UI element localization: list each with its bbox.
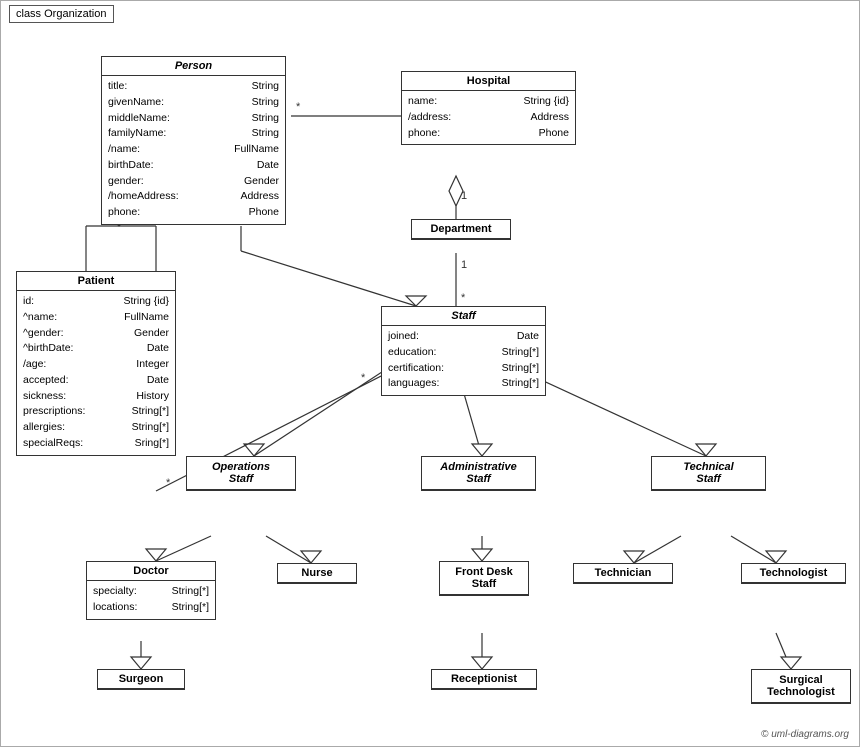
class-doctor: Doctor specialty:String[*] locations:Str… xyxy=(86,561,216,620)
class-operations-staff: OperationsStaff xyxy=(186,456,296,491)
surgical-technologist-title: SurgicalTechnologist xyxy=(752,670,850,703)
class-technologist: Technologist xyxy=(741,563,846,584)
class-technician: Technician xyxy=(573,563,673,584)
technical-staff-title: TechnicalStaff xyxy=(652,457,765,490)
doctor-attrs: specialty:String[*] locations:String[*] xyxy=(87,581,215,619)
class-person: Person title:String givenName:String mid… xyxy=(101,56,286,225)
doctor-title: Doctor xyxy=(87,562,215,581)
svg-text:*: * xyxy=(461,292,466,304)
class-receptionist: Receptionist xyxy=(431,669,537,690)
patient-attrs: id:String {id} ^name:FullName ^gender:Ge… xyxy=(17,291,175,455)
surgeon-title: Surgeon xyxy=(98,670,184,689)
svg-text:*: * xyxy=(296,101,301,113)
administrative-staff-title: AdministrativeStaff xyxy=(422,457,535,490)
person-title: Person xyxy=(102,57,285,76)
svg-text:1: 1 xyxy=(461,259,467,271)
class-staff: Staff joined:Date education:String[*] ce… xyxy=(381,306,546,396)
class-administrative-staff: AdministrativeStaff xyxy=(421,456,536,491)
operations-staff-title: OperationsStaff xyxy=(187,457,295,490)
class-department: Department xyxy=(411,219,511,240)
svg-text:*: * xyxy=(166,477,171,489)
class-technical-staff: TechnicalStaff xyxy=(651,456,766,491)
diagram-container: class Organization * 1 * 1 * xyxy=(0,0,860,747)
front-desk-staff-title: Front DeskStaff xyxy=(440,562,528,595)
technician-title: Technician xyxy=(574,564,672,583)
hospital-title: Hospital xyxy=(402,72,575,91)
department-title: Department xyxy=(412,220,510,239)
nurse-title: Nurse xyxy=(278,564,356,583)
staff-title: Staff xyxy=(382,307,545,326)
class-nurse: Nurse xyxy=(277,563,357,584)
diagram-title: class Organization xyxy=(9,5,114,23)
class-front-desk-staff: Front DeskStaff xyxy=(439,561,529,596)
copyright: © uml-diagrams.org xyxy=(761,729,849,740)
person-attrs: title:String givenName:String middleName… xyxy=(102,76,285,224)
receptionist-title: Receptionist xyxy=(432,670,536,689)
patient-title: Patient xyxy=(17,272,175,291)
class-surgeon: Surgeon xyxy=(97,669,185,690)
svg-text:1: 1 xyxy=(461,190,467,202)
hospital-attrs: name:String {id} /address:Address phone:… xyxy=(402,91,575,144)
staff-attrs: joined:Date education:String[*] certific… xyxy=(382,326,545,395)
class-patient: Patient id:String {id} ^name:FullName ^g… xyxy=(16,271,176,456)
class-hospital: Hospital name:String {id} /address:Addre… xyxy=(401,71,576,145)
class-surgical-technologist: SurgicalTechnologist xyxy=(751,669,851,704)
technologist-title: Technologist xyxy=(742,564,845,583)
svg-text:*: * xyxy=(361,372,366,384)
